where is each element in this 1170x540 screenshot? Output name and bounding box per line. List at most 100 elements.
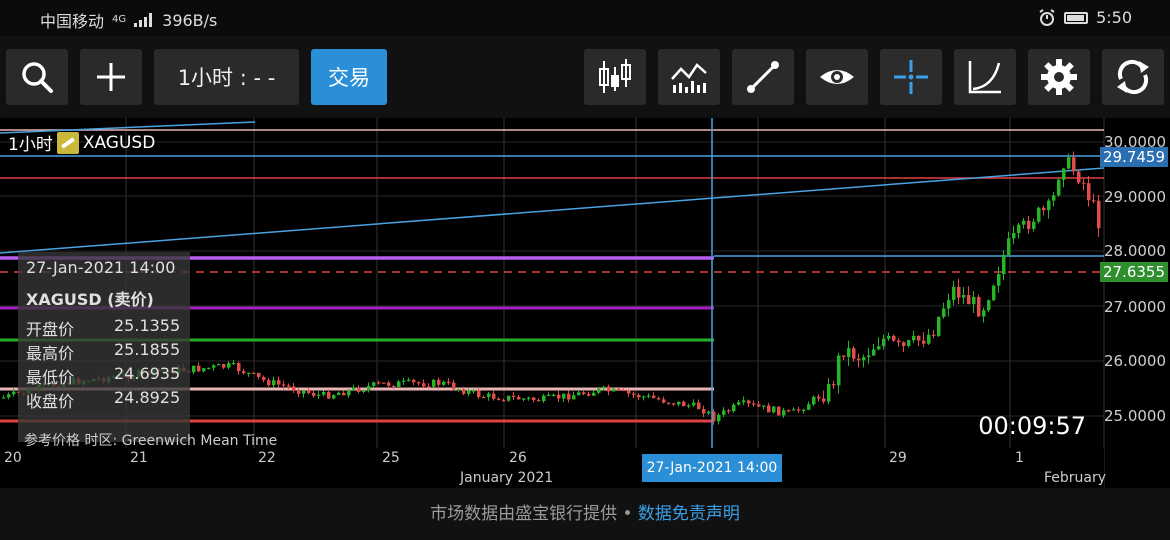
candle-body — [367, 385, 371, 391]
candle-body — [387, 382, 391, 386]
candle-body — [302, 390, 306, 394]
timeframe-selector[interactable]: 1小时 : - - — [154, 49, 299, 105]
candle-body — [232, 363, 236, 365]
clock-time: 5:50 — [1096, 8, 1132, 27]
plus-icon — [97, 63, 125, 91]
candle-body — [792, 409, 796, 411]
candle-body — [782, 410, 786, 416]
candle-body — [327, 392, 331, 399]
refresh-button[interactable] — [1102, 49, 1164, 105]
candle-body — [457, 389, 461, 391]
x-axis-day: 26 — [509, 450, 527, 466]
candle-body — [637, 394, 641, 398]
candle-body — [627, 390, 631, 394]
crosshair-icon — [894, 60, 928, 94]
candle-body — [282, 384, 286, 386]
candle-body — [542, 395, 546, 402]
candle-body — [297, 390, 301, 394]
candle-body — [777, 406, 781, 416]
candle-body — [657, 398, 661, 400]
candle-body — [307, 390, 311, 393]
candle-body — [237, 363, 241, 372]
candle-body — [597, 388, 601, 393]
alarm-icon — [1039, 8, 1055, 26]
candle-body — [902, 342, 906, 346]
candle-body — [662, 399, 666, 403]
disclaimer-link[interactable]: 数据免责声明 — [638, 504, 740, 524]
candle-body — [632, 393, 636, 395]
draw-line-button[interactable] — [732, 49, 794, 105]
chart-toolbar: 1小时 : - - 交易 — [0, 36, 1170, 118]
candle-body — [607, 386, 611, 392]
candle-body — [752, 403, 756, 405]
candle-body — [1047, 200, 1051, 211]
candle-body — [757, 404, 761, 407]
candle-body — [347, 389, 351, 396]
candle-body — [987, 300, 991, 311]
candle-body — [802, 409, 806, 411]
candle-body — [322, 392, 326, 395]
candle-body — [7, 394, 11, 398]
x-axis-month: January 2021 — [460, 470, 554, 486]
candle-body — [787, 410, 791, 412]
candle-body — [862, 357, 866, 361]
candle-body — [747, 400, 751, 404]
visibility-button[interactable] — [806, 49, 868, 105]
candle-body — [882, 338, 886, 347]
candle-body — [947, 299, 951, 309]
ohlc-info-panel: 27-Jan-2021 14:00 XAGUSD (卖价) 开盘价 25.135… — [18, 252, 190, 442]
candle-body — [992, 285, 996, 301]
candle-body — [1017, 224, 1021, 234]
candle-body — [522, 398, 526, 400]
crosshair-button[interactable] — [880, 49, 942, 105]
settings-button[interactable] — [1028, 49, 1090, 105]
candle-body — [897, 340, 901, 343]
candle-body — [372, 382, 376, 386]
price-axis-label: 27.0000 — [1103, 298, 1166, 316]
candle-body — [337, 392, 341, 396]
candle-body — [762, 405, 766, 407]
candle-body — [1057, 179, 1061, 196]
carrier-name: 中国移动 — [40, 12, 105, 31]
candle-body — [912, 335, 916, 341]
candle-body — [642, 396, 646, 398]
candle-body — [1087, 183, 1091, 201]
time-axis: 20 21 22 25 26 29 1 January 2021 Februar… — [0, 448, 1106, 488]
candle-body — [577, 392, 581, 396]
candle-body — [217, 364, 221, 366]
chart-type-button[interactable] — [584, 49, 646, 105]
candle-body — [472, 390, 476, 392]
candle-body — [417, 382, 421, 384]
timezone-note: 参考价格 时区: Greenwich Mean Time — [24, 433, 278, 449]
trade-button[interactable]: 交易 — [311, 49, 387, 105]
candle-body — [997, 274, 1001, 286]
candle-body — [402, 380, 406, 382]
candle-body — [552, 394, 556, 396]
add-button[interactable] — [80, 49, 142, 105]
candle-body — [202, 368, 206, 372]
search-button[interactable] — [6, 49, 68, 105]
network-speed: 396B/s — [162, 10, 218, 30]
candle-body — [1062, 168, 1066, 180]
candle-body — [447, 381, 451, 384]
candle-body — [842, 355, 846, 358]
candle-body — [722, 410, 726, 415]
candle-body — [557, 394, 561, 399]
candle-body — [1082, 182, 1086, 184]
price-chart[interactable]: 1小时 XAGUSD 30.0000 29.7459 29.0000 28.00… — [0, 118, 1170, 488]
candle-body — [827, 384, 831, 402]
candle-body — [517, 396, 521, 400]
price-axis-label: 29.0000 — [1103, 188, 1166, 206]
disclaimer-text: 市场数据由盛宝银行提供 • — [430, 504, 638, 524]
curve-tool-button[interactable] — [954, 49, 1016, 105]
candle-body — [1022, 220, 1026, 225]
candle-body — [397, 381, 401, 388]
candle-body — [732, 404, 736, 412]
candle-body — [717, 414, 721, 422]
candle-body — [572, 395, 576, 400]
candle-body — [342, 392, 346, 396]
candle-body — [262, 377, 266, 381]
candle-body — [492, 393, 496, 399]
candle-body — [207, 367, 211, 369]
indicators-button[interactable] — [658, 49, 720, 105]
